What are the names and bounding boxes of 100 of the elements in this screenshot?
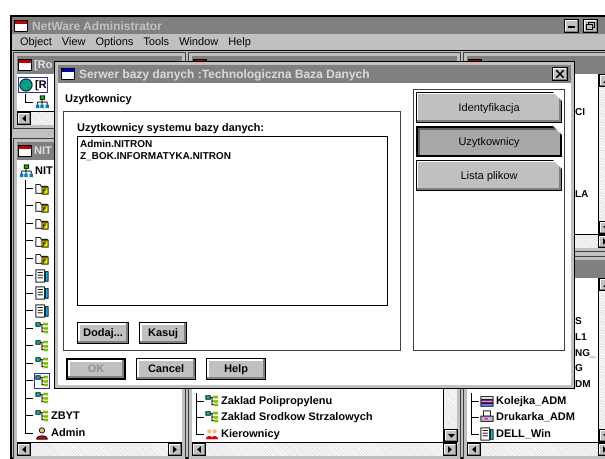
item-label: DM	[575, 379, 591, 390]
scroll-right-button[interactable]	[168, 443, 182, 456]
tree-item[interactable]	[34, 285, 50, 302]
dialog-button[interactable]: Help	[206, 358, 266, 380]
window-icon	[14, 20, 28, 32]
menu-item[interactable]: Options	[95, 36, 134, 50]
tree-item-label: Drukarka_ADM	[496, 411, 575, 424]
folder-icon	[35, 181, 49, 196]
server-icon	[480, 426, 494, 441]
menu-item[interactable]: Window	[179, 36, 218, 50]
item-label: LA	[575, 189, 588, 200]
tree-item[interactable]	[34, 302, 50, 319]
window-title: NIT	[34, 145, 52, 157]
dialog-button[interactable]: Cancel	[136, 358, 196, 380]
tree-item[interactable]	[34, 390, 50, 406]
dialog-title: Serwer bazy danych :Technologiczna Baza Danych	[79, 67, 371, 81]
horizontal-scrollbar[interactable]	[467, 442, 605, 456]
menu-item[interactable]: Help	[228, 36, 251, 50]
page-button[interactable]: Lista plikow	[416, 160, 562, 191]
tree-item[interactable]	[34, 338, 50, 354]
restore-button[interactable]	[583, 18, 598, 32]
tree-item-label: ZBYT	[51, 410, 80, 422]
right-arrow-icon	[448, 446, 452, 453]
section-title: Uzytkownicy	[65, 93, 133, 105]
left-arrow-icon	[22, 115, 26, 122]
org-chart-icon	[35, 338, 49, 353]
org-chart-icon	[205, 394, 219, 408]
org-chart-icon	[35, 321, 49, 336]
tree-item[interactable]	[34, 372, 50, 389]
org-chart-icon	[35, 374, 49, 388]
tree-item-label: Kolejka_ADM	[496, 394, 566, 407]
tree-item-label: Admin	[51, 427, 86, 440]
network-icon	[35, 95, 49, 110]
people-icon	[205, 426, 219, 441]
folder-icon	[35, 216, 49, 230]
window-icon	[61, 68, 75, 80]
scroll-left-button[interactable]	[17, 112, 31, 125]
tree-item[interactable]	[34, 320, 50, 336]
tree-item[interactable]: NIT	[18, 162, 54, 179]
folder-icon	[35, 251, 49, 266]
down-arrow-icon	[448, 434, 454, 438]
page-button[interactable]: Uzytkownicy	[416, 126, 562, 157]
scroll-left-button[interactable]	[467, 443, 481, 456]
tree-item-label: Zaklad Srodkow Strzalowych	[221, 411, 373, 424]
tree-item[interactable]	[34, 355, 50, 372]
org-chart-icon	[35, 391, 49, 406]
printer-icon	[480, 410, 494, 424]
server-icon	[35, 304, 49, 318]
horizontal-scrollbar[interactable]	[192, 442, 457, 456]
tree-item-label: DELL_Win	[496, 428, 551, 440]
menu-item[interactable]: Object	[20, 36, 52, 50]
tree-item[interactable]	[34, 94, 50, 110]
tree-item[interactable]	[34, 268, 50, 284]
org-chart-icon	[205, 410, 219, 424]
scroll-left-button[interactable]	[192, 443, 206, 456]
menu-item[interactable]: View	[62, 36, 86, 50]
window-icon	[18, 59, 32, 71]
item-label: G	[575, 363, 583, 374]
minimize-button[interactable]	[564, 18, 579, 32]
list-action-button[interactable]: Kasuj	[139, 322, 187, 344]
scroll-down-button[interactable]	[444, 429, 458, 442]
left-arrow-icon	[22, 446, 26, 453]
org-chart-icon	[35, 356, 49, 370]
close-button[interactable]	[552, 67, 568, 81]
menu-item[interactable]: Tools	[143, 36, 170, 50]
tree-item-label: [R	[35, 78, 47, 91]
app-title: NetWare Administrator	[32, 18, 163, 32]
window-icon	[18, 145, 32, 157]
left-arrow-icon	[197, 446, 201, 453]
item-label: NG_	[575, 348, 596, 359]
server-icon	[35, 268, 49, 283]
list-item[interactable]: Admin.NITRON	[80, 139, 385, 151]
list-item[interactable]: Z_BOK.INFORMATYKA.NITRON	[80, 151, 385, 163]
org-chart-icon	[35, 408, 49, 423]
tree-item[interactable]: [R	[18, 76, 48, 93]
item-label: L1	[575, 332, 587, 344]
restore-icon	[586, 22, 595, 30]
globe-icon	[19, 78, 33, 92]
server-icon	[35, 286, 49, 300]
scroll-right-button[interactable]	[443, 443, 457, 456]
item-label: S	[575, 316, 582, 328]
users-list[interactable]: Admin.NITRON Z_BOK.INFORMATYKA.NITRON	[77, 136, 388, 306]
list-action-button[interactable]: Dodaj...	[77, 322, 129, 344]
stack-icon	[480, 394, 494, 408]
tree-item-label: Zaklad Polipropylenu	[221, 394, 332, 407]
person-icon	[35, 426, 49, 440]
page-button[interactable]: Identyfikacja	[416, 92, 562, 123]
tree-item[interactable]: ZBYT	[34, 408, 81, 424]
tree-item-label: Kierownicy	[221, 428, 280, 440]
item-label: CI	[575, 106, 585, 118]
network-icon	[19, 164, 33, 178]
close-icon	[556, 70, 564, 78]
horizontal-scrollbar[interactable]	[17, 442, 182, 456]
tree-item[interactable]: Admin	[34, 425, 86, 442]
tree-item-label: NIT	[35, 164, 53, 177]
group-label: Uzytkownicy systemu bazy danych:	[77, 122, 266, 134]
window-title: [Ro	[34, 59, 52, 71]
left-arrow-icon	[472, 446, 476, 453]
scroll-left-button[interactable]	[17, 443, 31, 456]
minimize-icon	[568, 24, 575, 28]
